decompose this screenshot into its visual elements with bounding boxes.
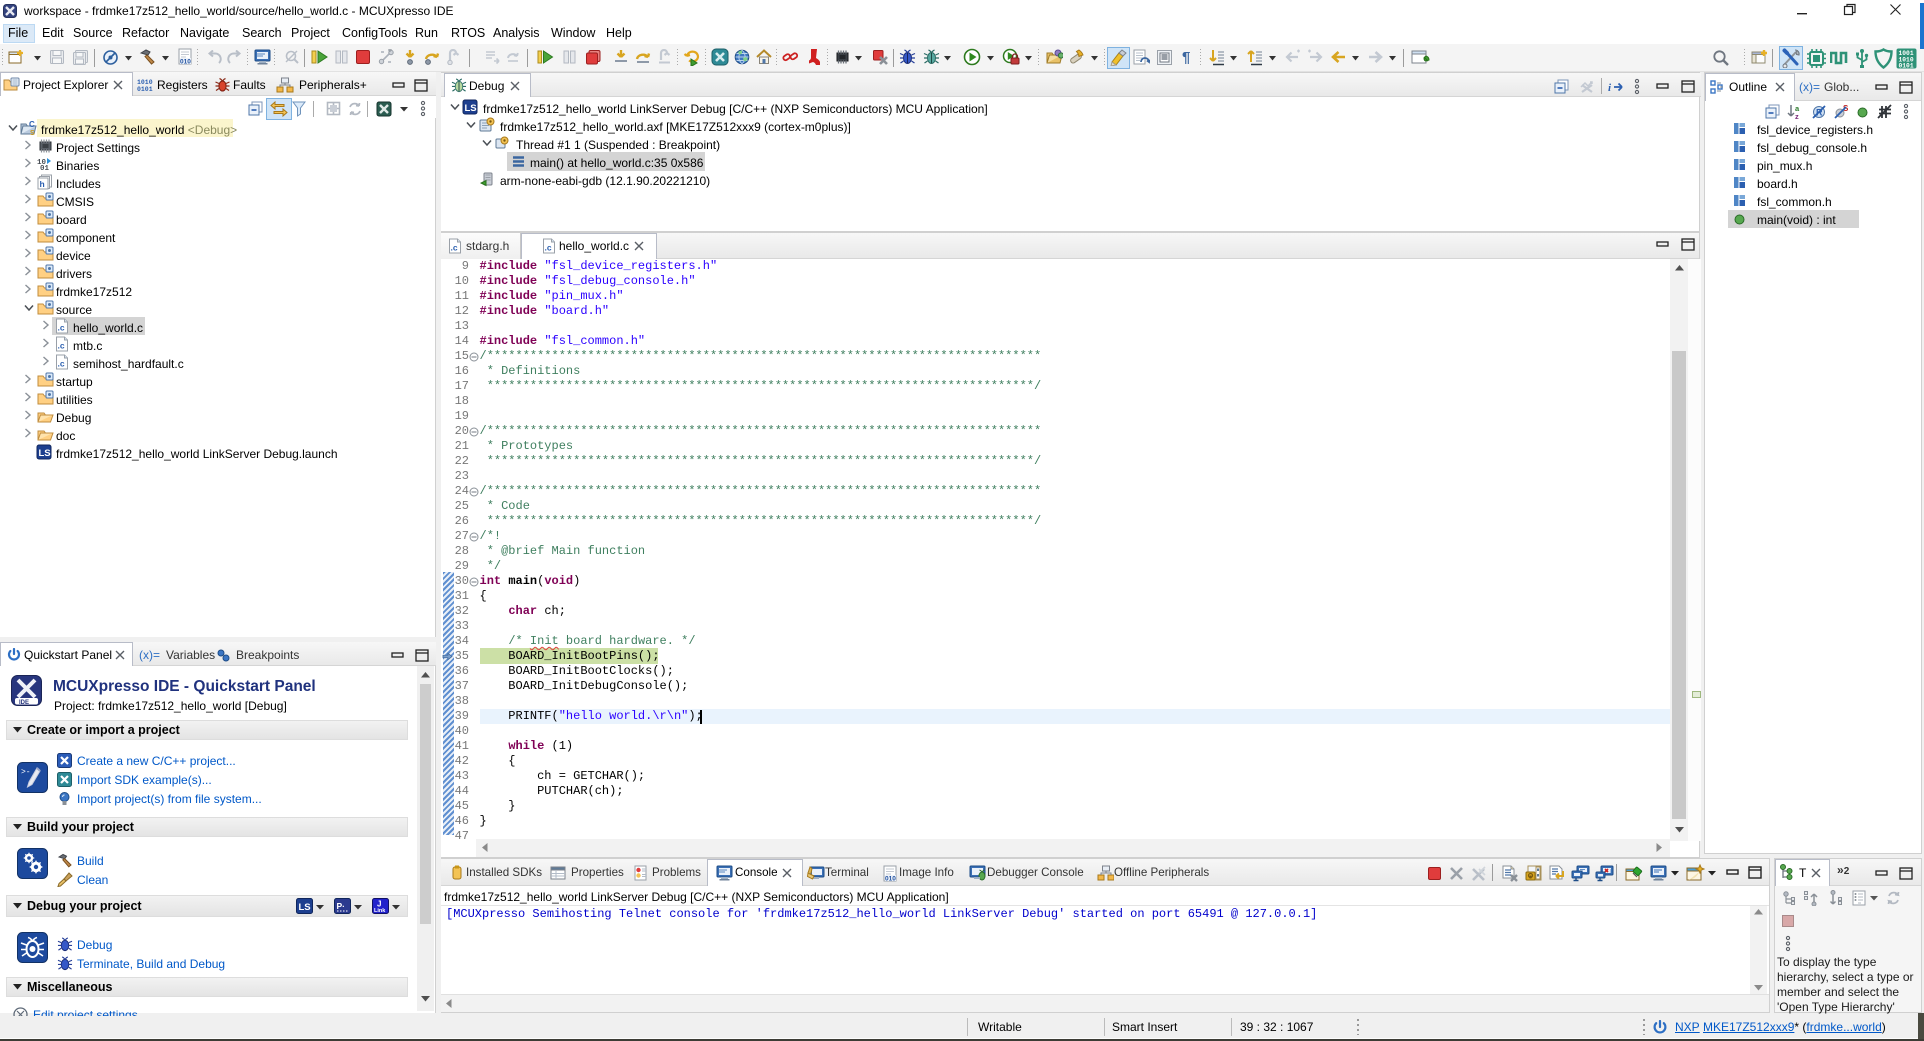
svg-text:>-: >-: [21, 768, 31, 777]
svg-text:P·: P·: [337, 901, 346, 911]
svg-text:0101: 0101: [1899, 63, 1914, 69]
svg-text:LS: LS: [465, 103, 477, 114]
svg-text:Link: Link: [374, 908, 386, 914]
svg-text:010: 010: [885, 876, 896, 883]
svg-text:LS: LS: [39, 448, 51, 459]
svg-text:010: 010: [180, 59, 191, 66]
svg-text:h: h: [40, 179, 45, 189]
svg-text:.c: .c: [545, 243, 552, 253]
svg-text:LS: LS: [299, 902, 311, 913]
svg-text:i: i: [1608, 82, 1612, 94]
svg-text:z: z: [1795, 112, 1799, 120]
svg-text:0101: 0101: [137, 86, 153, 93]
svg-text:S: S: [30, 130, 35, 136]
svg-text:.c: .c: [58, 323, 65, 333]
svg-text:01: 01: [40, 165, 50, 172]
svg-text:.c: .c: [58, 359, 65, 369]
svg-text:.c: .c: [451, 243, 458, 253]
svg-text:C: C: [29, 120, 35, 129]
svg-text:.c: .c: [58, 341, 65, 351]
svg-text:1010: 1010: [137, 79, 153, 86]
svg-text:IDE: IDE: [19, 700, 29, 706]
